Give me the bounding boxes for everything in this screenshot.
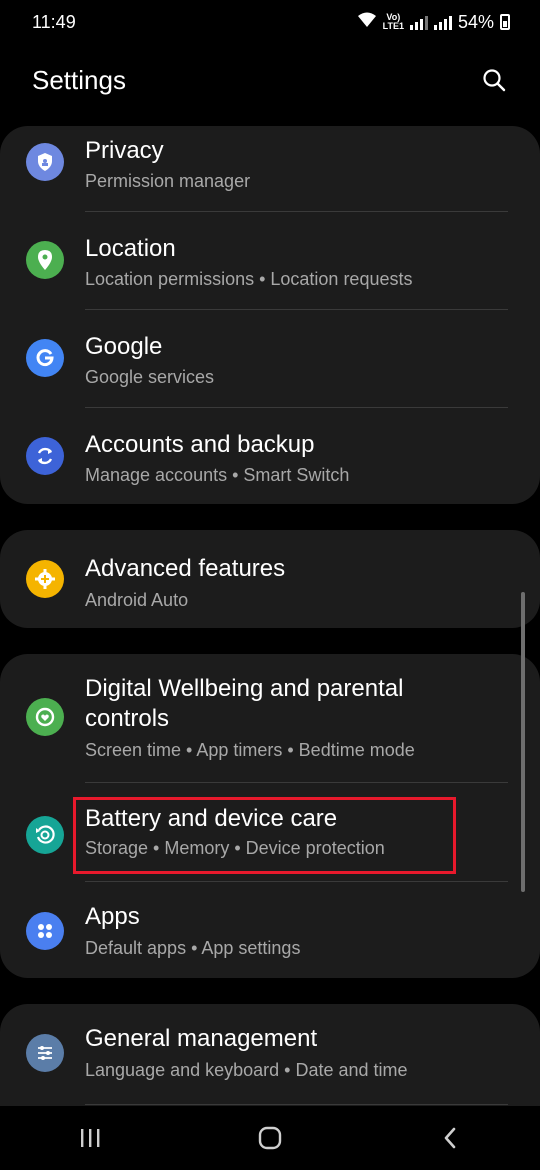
privacy-shield-icon (26, 143, 64, 181)
settings-item-subtitle: Manage accounts • Smart Switch (85, 465, 350, 485)
settings-card-privacy-group: Privacy Permission manager Location Loca… (0, 126, 540, 504)
settings-item-title: Digital Wellbeing and parental (85, 675, 404, 702)
divider (85, 782, 508, 783)
google-icon (26, 339, 64, 377)
status-bar: 11:49 Vo) LTE1 54% (0, 0, 540, 44)
settings-item-subtitle: Google services (85, 367, 215, 387)
settings-item-accounts-backup[interactable]: Accounts and backup Manage accounts • Sm… (0, 420, 540, 504)
lte-label: LTE1 (382, 21, 404, 31)
search-button[interactable] (476, 62, 512, 98)
signal-strength-2-icon (433, 14, 452, 30)
wifi-icon (357, 12, 377, 33)
settings-item-title: Advanced features (85, 555, 286, 582)
settings-item-title: Google (85, 333, 163, 360)
wellbeing-icon (26, 698, 64, 736)
settings-item-digital-wellbeing[interactable]: Digital Wellbeing and parental controls … (0, 654, 540, 782)
settings-card-advanced: Advanced features Android Auto (0, 530, 540, 628)
settings-item-subtitle: Android Auto (85, 590, 189, 610)
device-care-icon (26, 816, 64, 854)
divider (85, 407, 508, 408)
settings-item-google[interactable]: Google Google services (0, 322, 540, 406)
divider (85, 309, 508, 310)
status-icons: Vo) LTE1 54% (357, 12, 510, 33)
header: Settings (0, 50, 540, 110)
divider (85, 211, 508, 212)
settings-item-apps[interactable]: Apps Default apps • App settings (0, 894, 540, 978)
battery-icon (500, 14, 510, 30)
sliders-icon (26, 1034, 64, 1072)
page-title: Settings (32, 64, 126, 95)
settings-item-title: General management (85, 1025, 318, 1052)
navigation-bar (0, 1106, 540, 1170)
gear-plus-icon (26, 560, 64, 598)
settings-item-advanced-features[interactable]: Advanced features Android Auto (0, 530, 540, 628)
settings-item-subtitle: Screen time • App timers • Bedtime mode (85, 740, 415, 760)
back-button[interactable] (410, 1113, 490, 1163)
settings-list[interactable]: Privacy Permission manager Location Loca… (0, 126, 540, 1106)
settings-item-title-line2: controls (85, 705, 170, 732)
highlight-annotation (73, 797, 456, 874)
battery-percentage: 54% (457, 11, 494, 32)
sync-icon (26, 437, 64, 475)
scrollbar[interactable] (521, 592, 525, 892)
settings-card-general: General management Language and keyboard… (0, 1004, 540, 1106)
status-time: 11:49 (32, 11, 76, 32)
home-icon (258, 1126, 282, 1150)
signal-strength-icon (409, 14, 428, 30)
settings-item-subtitle: Permission manager (85, 171, 251, 191)
settings-item-subtitle: Location permissions • Location requests (85, 269, 413, 289)
divider (85, 881, 508, 882)
volte-lte-indicator: Vo) LTE1 (383, 13, 404, 31)
settings-item-subtitle: Language and keyboard • Date and time (85, 1060, 408, 1080)
apps-grid-icon (26, 912, 64, 950)
location-pin-icon (26, 241, 64, 279)
settings-item-privacy[interactable]: Privacy Permission manager (0, 126, 540, 210)
divider (85, 1104, 508, 1105)
settings-item-title: Accounts and backup (85, 431, 315, 458)
recent-apps-icon (81, 1129, 100, 1147)
settings-item-title: Apps (85, 903, 140, 930)
recent-apps-button[interactable] (50, 1113, 130, 1163)
search-icon (483, 69, 506, 92)
settings-item-title: Privacy (85, 137, 164, 164)
back-chevron-icon (444, 1127, 456, 1149)
home-button[interactable] (230, 1113, 310, 1163)
settings-item-title: Location (85, 235, 176, 262)
settings-item-location[interactable]: Location Location permissions • Location… (0, 224, 540, 308)
settings-item-subtitle: Default apps • App settings (85, 938, 301, 958)
settings-item-general-management[interactable]: General management Language and keyboard… (0, 1004, 540, 1102)
